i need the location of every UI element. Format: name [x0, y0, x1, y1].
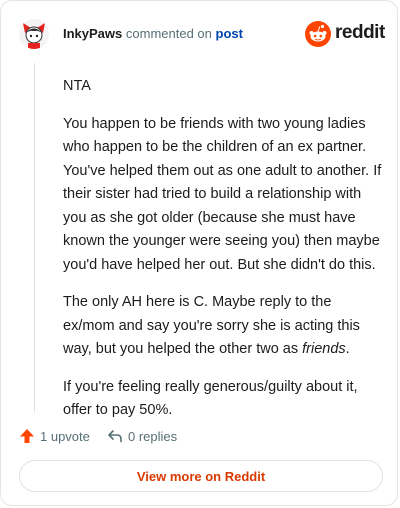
comment-text-tail: . [345, 341, 350, 357]
avatar-image [19, 19, 49, 49]
byline: InkyPaws commented on post [63, 25, 243, 43]
comment-paragraph: You happen to be friends with two young … [63, 115, 382, 273]
comment-header: InkyPaws commented on post reddit [19, 19, 385, 49]
comment-body: NTA You happen to be friends with two yo… [63, 75, 385, 437]
byline-verb: commented on [125, 26, 212, 41]
comment-footer: 1 upvote 0 replies [19, 425, 379, 447]
emphasis-text: friends [302, 341, 346, 357]
comment-paragraph: If you're feeling really generous/guilty… [63, 378, 358, 419]
reply-count: 0 replies [128, 428, 178, 444]
view-more-button[interactable]: View more on Reddit [19, 460, 383, 492]
post-link[interactable]: post [216, 26, 243, 41]
upvote-arrow-icon [20, 429, 34, 443]
thread-line [34, 63, 35, 413]
upvote-count: 1 upvote [40, 428, 90, 444]
upvote-button[interactable]: 1 upvote [19, 425, 90, 447]
comment-card: InkyPaws commented on post reddit NTA Yo… [0, 0, 398, 506]
avatar[interactable] [19, 19, 49, 49]
reddit-wordmark: reddit [335, 22, 385, 43]
replies-button[interactable]: 0 replies [107, 425, 177, 447]
reddit-logo-icon [305, 21, 331, 47]
author-username[interactable]: InkyPaws [63, 26, 122, 41]
comment-paragraph: The only AH here is C. Maybe reply to th… [63, 291, 385, 362]
reddit-logo[interactable]: reddit [305, 19, 385, 49]
comment-paragraph: NTA [63, 78, 91, 94]
reply-icon [108, 430, 122, 443]
